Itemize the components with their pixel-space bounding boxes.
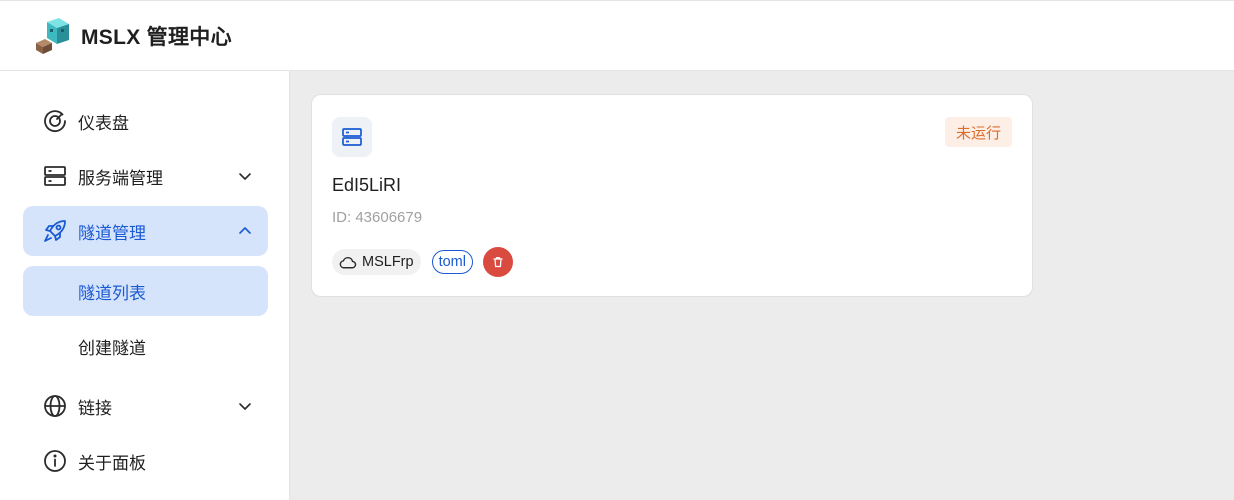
tunnel-card[interactable]: 未运行 EdI5LiRI ID: 43606679 MSLFrp toml bbox=[311, 94, 1033, 297]
top-bar: MSLX 管理中心 bbox=[0, 0, 1234, 71]
sidebar-item-about[interactable]: 关于面板 bbox=[23, 436, 268, 486]
server-icon bbox=[332, 117, 372, 157]
provider-label: MSLFrp bbox=[362, 254, 414, 270]
cloud-icon bbox=[339, 256, 357, 268]
sidebar-item-label: 隧道列表 bbox=[78, 283, 146, 303]
sidebar-item-server-management[interactable]: 服务端管理 bbox=[23, 151, 268, 201]
tunnel-name: EdI5LiRI bbox=[332, 175, 402, 195]
trash-icon bbox=[493, 257, 503, 268]
format-tag: toml bbox=[431, 250, 473, 274]
sidebar-item-tunnel-management[interactable]: 隧道管理 bbox=[23, 206, 268, 256]
sidebar-item-label: 创建隧道 bbox=[78, 338, 146, 358]
sidebar-item-links[interactable]: 链接 bbox=[23, 381, 268, 431]
sidebar-item-dashboard[interactable]: 仪表盘 bbox=[23, 96, 268, 146]
chevron-down-icon bbox=[239, 173, 251, 180]
sidebar-item-create-tunnel[interactable]: 创建隧道 bbox=[23, 321, 268, 371]
tunnel-tags: MSLFrp toml bbox=[332, 247, 513, 277]
provider-tag: MSLFrp bbox=[332, 249, 421, 275]
chevron-up-icon bbox=[239, 227, 251, 234]
delete-button[interactable] bbox=[482, 247, 513, 277]
sidebar: 仪表盘 服务端管理 隧道管理 隧道列表 创建隧道 链接 关于面板 bbox=[0, 71, 290, 500]
status-badge: 未运行 bbox=[944, 117, 1012, 147]
app-title: MSLX 管理中心 bbox=[81, 25, 232, 49]
minecraft-character-icon[interactable] bbox=[33, 16, 73, 56]
sidebar-item-label: 链接 bbox=[78, 398, 112, 418]
sidebar-item-label: 隧道管理 bbox=[78, 223, 146, 243]
rocket-icon bbox=[42, 218, 68, 244]
sidebar-item-label: 关于面板 bbox=[78, 453, 146, 473]
info-icon bbox=[42, 448, 68, 474]
sidebar-item-label: 服务端管理 bbox=[78, 168, 163, 188]
sidebar-item-tunnel-list[interactable]: 隧道列表 bbox=[23, 266, 268, 316]
chevron-down-icon bbox=[239, 403, 251, 410]
sidebar-item-label: 仪表盘 bbox=[78, 113, 129, 133]
tunnel-id: ID: 43606679 bbox=[332, 209, 423, 226]
dashboard-gauge-icon bbox=[42, 108, 68, 134]
server-icon bbox=[42, 163, 68, 189]
globe-icon bbox=[42, 393, 68, 419]
